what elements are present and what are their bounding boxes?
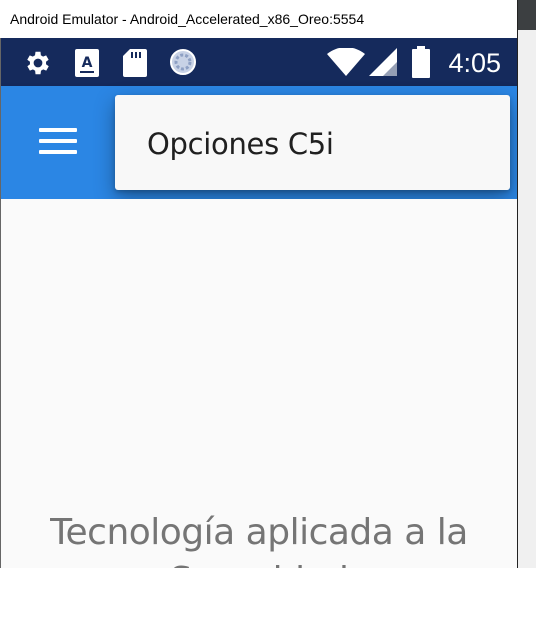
cell-signal-icon — [369, 48, 397, 80]
sd-card-icon — [123, 49, 147, 81]
hamburger-menu-icon[interactable] — [31, 118, 85, 164]
main-content: Tecnología aplicada a la Seguridad — [1, 199, 517, 568]
wifi-icon — [327, 47, 365, 80]
tagline-text: Tecnología aplicada a la Seguridad — [50, 512, 468, 568]
battery-icon — [411, 46, 431, 82]
settings-icon — [23, 48, 53, 82]
status-time: 4:05 — [448, 48, 501, 78]
menu-item-opciones-c5i[interactable]: Opciones C5i — [115, 95, 510, 190]
keyboard-a-icon: A — [75, 49, 99, 81]
window-title: Android Emulator - Android_Accelerated_x… — [10, 11, 365, 27]
options-popup-menu: Opciones C5i — [115, 95, 510, 190]
window-titlebar: Android Emulator - Android_Accelerated_x… — [0, 0, 517, 38]
blank-area-below-window — [0, 568, 536, 642]
window-side-strip-top — [518, 0, 536, 30]
svg-text:A: A — [82, 55, 93, 71]
status-bar: A 4:05 — [1, 38, 517, 86]
window-side-strip — [517, 0, 536, 568]
device-screen: A 4:05 Opciones C5i Tecnología aplicada … — [0, 38, 517, 568]
sync-spinner-icon — [169, 48, 197, 80]
